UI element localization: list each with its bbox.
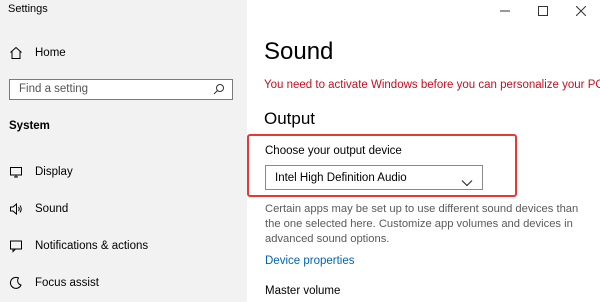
activation-warning: You need to activate Windows before you … <box>264 79 600 91</box>
main-content: Sound You need to activate Windows befor… <box>247 0 600 302</box>
section-heading-system: System <box>9 120 50 132</box>
sidebar-item-label: Home <box>35 47 66 59</box>
master-volume-label: Master volume <box>265 285 341 297</box>
search-icon[interactable] <box>213 83 225 95</box>
focus-assist-icon <box>9 276 23 290</box>
page-title: Sound <box>264 38 334 65</box>
sidebar-item-label: Sound <box>35 203 69 215</box>
window-controls <box>486 0 600 22</box>
window-title: Settings <box>8 3 48 15</box>
search-placeholder: Find a setting <box>19 83 89 95</box>
chevron-down-icon <box>461 174 473 186</box>
output-heading: Output <box>264 109 316 128</box>
output-device-label: Choose your output device <box>265 145 402 157</box>
notifications-icon <box>9 239 23 253</box>
sidebar-item-label: Notifications & actions <box>35 240 149 252</box>
maximize-button[interactable] <box>524 0 562 22</box>
sidebar-item-display[interactable]: Display <box>0 157 247 187</box>
home-icon <box>9 46 23 60</box>
sidebar-item-label: Display <box>35 166 73 178</box>
sidebar: Settings Home Find a setting System Disp… <box>0 0 247 302</box>
output-device-selected: Intel High Definition Audio <box>275 171 407 184</box>
sidebar-item-focus-assist[interactable]: Focus assist <box>0 268 247 298</box>
minimize-button[interactable] <box>486 0 524 22</box>
display-icon <box>9 165 23 179</box>
output-device-description: Certain apps may be set up to use differ… <box>265 203 579 245</box>
sidebar-item-home[interactable]: Home <box>0 38 247 68</box>
device-properties-link[interactable]: Device properties <box>265 255 354 267</box>
sidebar-item-notifications[interactable]: Notifications & actions <box>0 231 247 261</box>
search-input[interactable]: Find a setting <box>9 79 233 100</box>
speaker-icon <box>9 202 23 216</box>
close-button[interactable] <box>562 0 600 22</box>
output-device-dropdown[interactable]: Intel High Definition Audio <box>265 165 483 190</box>
sidebar-item-sound[interactable]: Sound <box>0 194 247 224</box>
sidebar-item-label: Focus assist <box>35 277 99 289</box>
